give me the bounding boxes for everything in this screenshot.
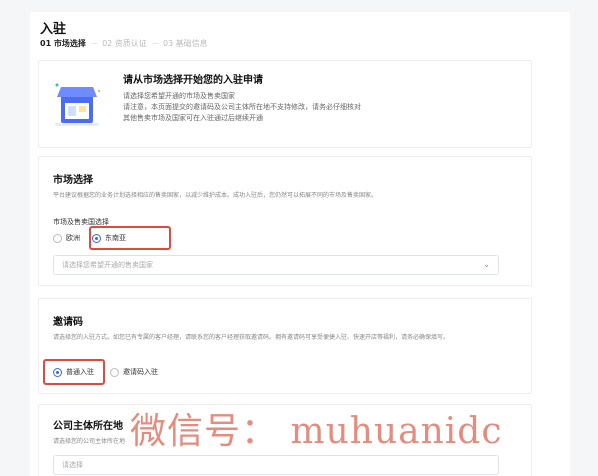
banner-line: 请注意，本页面提交的邀请码及公司主体所在地不支持修改，请务必仔细核对 xyxy=(123,103,361,111)
banner-title: 请从市场选择开始您的入驻申请 xyxy=(123,75,263,86)
company-desc: 请选择您的公司主体所在地 xyxy=(53,438,126,445)
storefront-icon xyxy=(55,83,101,126)
radio-label: 欧洲 xyxy=(66,234,80,242)
invite-title: 邀请码 xyxy=(53,317,83,328)
banner-line: 请选择您希望开通的市场及售卖国家 xyxy=(123,92,235,100)
radio-circle[interactable] xyxy=(53,233,62,243)
country-select-placeholder: 请选择您希望开通的售卖国家 xyxy=(62,261,153,269)
step-indicator: 01 市场选择 ····· 02 资质认证 ····· 03 基础信息 xyxy=(40,38,208,49)
highlight-box xyxy=(89,226,171,250)
company-title: 公司主体所在地 xyxy=(53,421,123,432)
step-separator: ····· xyxy=(151,39,159,48)
chevron-down-icon: ⌄ xyxy=(483,260,490,269)
page-title: 入驻 xyxy=(40,22,67,37)
market-desc: 平台建议根据您的业务计划选择相应的售卖国家，以减少维护成本。成功入驻后，您仍然可… xyxy=(53,192,378,199)
radio-label: 邀请码入驻 xyxy=(123,368,158,376)
banner-text: 请从市场选择开始您的入驻申请 请选择您希望开通的市场及售卖国家 请注意，本页面提… xyxy=(123,71,361,124)
market-section: 市场选择 平台建议根据您的业务计划选择相应的售卖国家，以减少维护成本。成功入驻后… xyxy=(38,156,532,286)
intro-banner: 请从市场选择开始您的入驻申请 请选择您希望开通的市场及售卖国家 请注意，本页面提… xyxy=(38,60,532,148)
invite-section: 邀请码 请选择您的入驻方式。如您已有专属的客户经理，请联系您的客户经理获取邀请码… xyxy=(38,298,532,394)
company-location-select[interactable]: 请选择 xyxy=(53,455,499,475)
country-select[interactable]: 请选择您希望开通的售卖国家 ⌄ xyxy=(53,255,499,275)
watermark-text: 微信号： muhuanidc xyxy=(130,411,503,452)
banner-line: 其他售卖市场及国家可在入驻通过后继续开通 xyxy=(123,114,263,122)
step-basic-info: 03 基础信息 xyxy=(162,39,208,48)
highlight-box xyxy=(43,359,105,385)
step-market: 01 市场选择 xyxy=(40,39,86,48)
step-qualification: 02 资质认证 xyxy=(102,39,147,48)
radio-circle[interactable] xyxy=(110,367,119,377)
company-select-placeholder: 请选择 xyxy=(62,461,83,469)
radio-europe[interactable]: 欧洲 xyxy=(53,233,80,243)
invite-desc: 请选择您的入驻方式。如您已有专属的客户经理，请联系您的客户经理获取邀请码。拥有邀… xyxy=(53,334,450,341)
step-separator: ····· xyxy=(90,39,98,48)
market-title: 市场选择 xyxy=(53,175,93,186)
radio-invite-code-entry[interactable]: 邀请码入驻 xyxy=(110,367,158,377)
